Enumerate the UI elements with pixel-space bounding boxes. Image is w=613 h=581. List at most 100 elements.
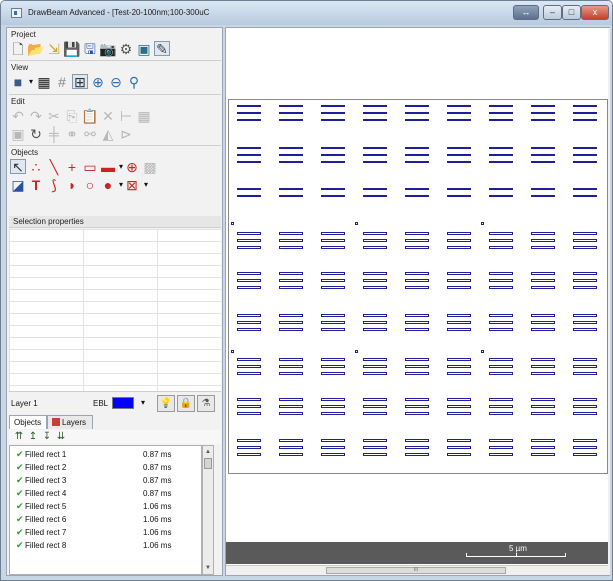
pattern-mark [573,272,597,275]
checkmark-icon[interactable]: ✔ [16,462,24,473]
object-list-scrollbar[interactable]: ▲ ▼ [202,445,214,575]
checkmark-icon[interactable]: ✔ [16,449,24,460]
chevron-down-icon[interactable]: ▾ [138,177,154,192]
distribute-icon[interactable]: ⊢ [118,108,134,123]
list-item[interactable]: ✔ Filled rect 2 0.87 ms [10,461,201,474]
object-time: 0.87 ms [143,476,172,485]
zoom-fit-icon[interactable]: ⊞ [72,74,88,89]
checkmark-icon[interactable]: ✔ [16,540,24,551]
scroll-up-icon[interactable]: ▲ [203,447,213,457]
rectangle-icon[interactable]: ▭ [82,159,98,174]
minimize-button[interactable]: – [543,5,562,20]
title-bar[interactable]: DrawBeam Advanced - [Test-20-100nm;100-3… [1,1,612,25]
select-arrow-icon[interactable]: ↖ [10,159,26,174]
pattern-mark [573,286,597,289]
object-list[interactable]: ✔ Filled rect 1 0.87 ms ✔ Filled rect 2 0.87 … [9,445,202,575]
array-icon[interactable]: ▦ [136,108,152,123]
move-down-icon[interactable]: ↧ [41,431,53,443]
pattern-mark [489,453,513,456]
save-as-icon[interactable]: 🖫 [82,41,98,56]
settings-icon[interactable]: ⚙ [118,41,134,56]
list-item[interactable]: ✔ Filled rect 1 0.87 ms [10,448,201,461]
checkmark-icon[interactable]: ✔ [16,527,24,538]
display-icon[interactable]: ▣ [136,41,152,56]
layer-selector[interactable]: Layer 1 [11,399,69,412]
list-item[interactable]: ✔ Filled rect 8 1.06 ms [10,539,201,552]
zoom-icon[interactable]: ⚲ [126,74,142,89]
align-icon[interactable]: ╪ [46,126,62,141]
pattern-canvas[interactable]: 5 µm III [225,27,610,576]
arrow-right-icon[interactable]: ⊳ [118,126,134,141]
import-icon[interactable]: ⇲ [46,41,62,56]
delete-icon[interactable]: ✕ [100,108,116,123]
polyline-icon[interactable]: ⟆ [46,177,62,192]
pattern-area[interactable] [228,99,608,474]
bitmap-icon[interactable]: ▩ [142,159,158,174]
canvas-horizontal-scrollbar[interactable]: III [226,565,608,575]
pattern-mark [237,161,261,163]
layer-settings-icon[interactable]: ⚗ [197,395,215,412]
image-layer-icon[interactable]: ◪ [10,177,26,192]
pattern-mark [531,439,555,442]
restore-extra-button[interactable]: ↔ [513,5,539,20]
text-icon[interactable]: T [28,177,44,192]
checkmark-icon[interactable]: ✔ [16,488,24,499]
chevron-down-icon[interactable]: ▾ [141,398,145,407]
points-icon[interactable]: ∴ [28,159,44,174]
cross-icon[interactable]: + [64,159,80,174]
open-folder-icon[interactable]: 📂 [27,41,44,56]
close-button[interactable]: x [581,5,609,20]
polygon-icon[interactable]: ◗ [64,177,80,192]
checkmark-icon[interactable]: ✔ [16,501,24,512]
grid-icon[interactable]: # [54,74,70,89]
pattern-mark [237,239,261,242]
list-item[interactable]: ✔ Filled rect 4 0.87 ms [10,487,201,500]
crosshair-icon[interactable]: ⊕ [124,159,140,174]
camera-icon[interactable]: 📷 [99,41,116,56]
pattern-mark [237,246,261,249]
pattern-mark [447,232,471,235]
list-item[interactable]: ✔ Filled rect 7 1.06 ms [10,526,201,539]
edit-mode-icon[interactable]: ✎ [154,41,170,56]
tab-objects[interactable]: Objects [9,415,47,429]
rotate-icon[interactable]: ↻ [28,126,44,141]
pattern-mark [237,405,261,408]
boolean-icon[interactable]: ⚯ [82,126,98,141]
undo-icon[interactable]: ↶ [10,108,26,123]
copy-icon[interactable]: ⎘ [64,108,80,123]
scroll-thumb[interactable] [204,458,212,469]
tab-layers[interactable]: Layers [47,415,93,429]
redo-icon[interactable]: ↷ [28,108,44,123]
zoom-out-icon[interactable]: ⊖ [108,74,124,89]
move-up-icon[interactable]: ↥ [27,431,39,443]
group-icon[interactable]: ▣ [10,126,26,141]
list-item[interactable]: ✔ Filled rect 5 1.06 ms [10,500,201,513]
paste-icon[interactable]: 📋 [81,108,98,123]
pattern-mark [405,188,429,190]
combine-icon[interactable]: ⚭ [64,126,80,141]
new-file-icon[interactable]: 🗋 [10,41,26,56]
circle-icon[interactable]: ○ [82,177,98,192]
pattern-mark [321,147,345,149]
property-grid[interactable] [9,229,221,392]
checkmark-icon[interactable]: ✔ [16,514,24,525]
pattern-mark [573,328,597,331]
scroll-down-icon[interactable]: ▼ [203,563,213,573]
mirror-icon[interactable]: ◭ [100,126,116,141]
move-top-icon[interactable]: ⇈ [13,431,25,443]
maximize-button[interactable]: □ [562,5,581,20]
horizontal-scroll-thumb[interactable]: III [326,567,506,574]
list-item[interactable]: ✔ Filled rect 6 1.06 ms [10,513,201,526]
list-item[interactable]: ✔ Filled rect 3 0.87 ms [10,474,201,487]
lock-icon[interactable]: 🔒 [177,395,195,412]
save-icon[interactable]: 💾 [63,41,80,56]
zoom-in-icon[interactable]: ⊕ [90,74,106,89]
cut-icon[interactable]: ✂ [46,108,62,123]
move-bottom-icon[interactable]: ⇊ [55,431,67,443]
ebl-color-swatch[interactable] [112,397,134,409]
lightbulb-icon[interactable]: 💡 [157,395,175,412]
canvas-vertical-scrollbar[interactable] [608,28,610,575]
pattern-view-icon[interactable]: ▦ [36,74,52,89]
checkmark-icon[interactable]: ✔ [16,475,24,486]
line-icon[interactable]: ╲ [46,159,62,174]
